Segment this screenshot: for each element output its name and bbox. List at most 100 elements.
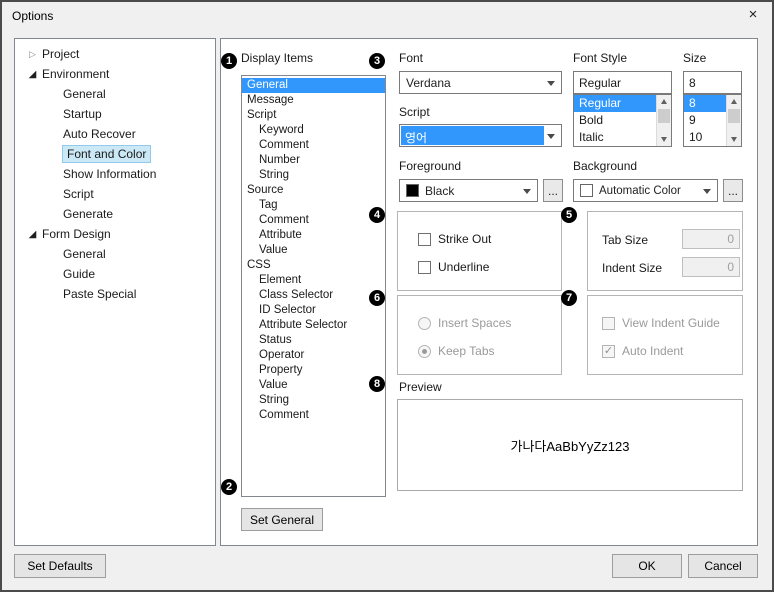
display-item-source-tag[interactable]: Tag — [242, 198, 385, 213]
foreground-more-button[interactable]: ... — [543, 179, 563, 202]
auto-indent-checkbox[interactable]: ✓ Auto Indent — [602, 344, 683, 358]
display-item-css-string[interactable]: String — [242, 393, 385, 408]
display-item-css[interactable]: CSS — [242, 258, 385, 273]
tab-size-input[interactable] — [682, 229, 740, 249]
script-label: Script — [399, 105, 430, 119]
tree-expander-icon[interactable]: ◢ — [26, 229, 39, 240]
tree-item-generate[interactable]: Generate — [15, 204, 215, 224]
display-item-script[interactable]: Script — [242, 108, 385, 123]
display-items-label: Display Items — [241, 51, 313, 65]
tree-item-project[interactable]: ▷ Project — [15, 44, 215, 64]
tree-item-font-and-color[interactable]: Font and Color — [15, 144, 215, 164]
foreground-color-select[interactable]: Black — [399, 179, 538, 202]
tree-item-label: General — [63, 87, 106, 101]
scrollbar[interactable] — [726, 95, 741, 146]
checkbox-label: Underline — [438, 260, 489, 274]
tree-item-label: Guide — [63, 267, 95, 281]
scrollbar[interactable] — [656, 95, 671, 146]
tree-item-form-general[interactable]: General — [15, 244, 215, 264]
tree-item-startup[interactable]: Startup — [15, 104, 215, 124]
checkbox-label: View Indent Guide — [622, 316, 720, 330]
strike-out-checkbox[interactable]: Strike Out — [418, 232, 491, 246]
background-color-select[interactable]: Automatic Color — [573, 179, 718, 202]
dropdown-arrow-icon — [523, 189, 531, 194]
close-icon[interactable]: × — [744, 6, 762, 24]
display-item-css-attribute-selector[interactable]: Attribute Selector — [242, 318, 385, 333]
ok-button[interactable]: OK — [612, 554, 682, 578]
tree-item-auto-recover[interactable]: Auto Recover — [15, 124, 215, 144]
display-item-script-keyword[interactable]: Keyword — [242, 123, 385, 138]
scroll-up-icon[interactable] — [661, 99, 667, 104]
titlebar[interactable]: Options × — [2, 2, 772, 30]
font-style-option-regular[interactable]: Regular — [574, 95, 656, 112]
script-select[interactable]: 영어 — [399, 124, 562, 147]
scroll-thumb[interactable] — [658, 109, 670, 123]
dropdown-arrow-icon — [703, 189, 711, 194]
tree-item-paste-special[interactable]: Paste Special — [15, 284, 215, 304]
background-more-button[interactable]: ... — [723, 179, 743, 202]
step-badge-8: 8 — [369, 376, 385, 392]
font-style-list[interactable]: Regular Bold Italic — [573, 94, 672, 147]
view-indent-guide-checkbox[interactable]: View Indent Guide — [602, 316, 720, 330]
display-item-css-property[interactable]: Property — [242, 363, 385, 378]
display-items-list[interactable]: General Message Script Keyword Comment N… — [241, 75, 386, 497]
tree-item-form-design[interactable]: ◢ Form Design — [15, 224, 215, 244]
size-input[interactable] — [683, 71, 742, 94]
tree-item-show-information[interactable]: Show Information — [15, 164, 215, 184]
font-style-option-bold[interactable]: Bold — [574, 112, 656, 129]
display-item-script-comment[interactable]: Comment — [242, 138, 385, 153]
whitespace-group: Insert Spaces Keep Tabs — [397, 295, 562, 375]
step-badge-5: 5 — [561, 207, 577, 223]
display-item-script-string[interactable]: String — [242, 168, 385, 183]
indent-size-input[interactable] — [682, 257, 740, 277]
display-item-source-attribute[interactable]: Attribute — [242, 228, 385, 243]
display-item-css-comment[interactable]: Comment — [242, 408, 385, 423]
display-item-source-comment[interactable]: Comment — [242, 213, 385, 228]
display-item-css-status[interactable]: Status — [242, 333, 385, 348]
cancel-button[interactable]: Cancel — [688, 554, 758, 578]
font-style-input[interactable] — [573, 71, 672, 94]
step-badge-6: 6 — [369, 290, 385, 306]
scroll-up-icon[interactable] — [731, 99, 737, 104]
checkmark-icon: ✓ — [602, 345, 615, 358]
font-style-option-italic[interactable]: Italic — [574, 129, 656, 146]
set-defaults-button[interactable]: Set Defaults — [14, 554, 106, 578]
category-tree: ▷ Project ◢ Environment General Startup … — [14, 38, 216, 546]
display-item-message[interactable]: Message — [242, 93, 385, 108]
tree-item-script[interactable]: Script — [15, 184, 215, 204]
display-item-css-id-selector[interactable]: ID Selector — [242, 303, 385, 318]
size-option-10[interactable]: 10 — [684, 129, 726, 146]
tree-item-env-general[interactable]: General — [15, 84, 215, 104]
keep-tabs-radio[interactable]: Keep Tabs — [418, 344, 495, 358]
tree-item-label: Show Information — [63, 167, 156, 181]
display-item-css-class-selector[interactable]: Class Selector — [242, 288, 385, 303]
scroll-down-icon[interactable] — [731, 137, 737, 142]
scroll-thumb[interactable] — [728, 109, 740, 123]
step-badge-4: 4 — [369, 207, 385, 223]
foreground-swatch — [406, 184, 419, 197]
display-item-css-value[interactable]: Value — [242, 378, 385, 393]
size-list[interactable]: 8 9 10 — [683, 94, 742, 147]
tree-item-label: Startup — [63, 107, 102, 121]
tree-expander-icon[interactable]: ◢ — [26, 69, 39, 80]
indent-group: View Indent Guide ✓ Auto Indent — [587, 295, 743, 375]
scroll-down-icon[interactable] — [661, 137, 667, 142]
options-dialog: Options × ▷ Project ◢ Environment Genera… — [0, 0, 774, 592]
tree-expander-icon[interactable]: ▷ — [26, 49, 39, 60]
tree-item-environment[interactable]: ◢ Environment — [15, 64, 215, 84]
font-select[interactable]: Verdana — [399, 71, 562, 94]
display-item-source-value[interactable]: Value — [242, 243, 385, 258]
set-general-button[interactable]: Set General — [241, 508, 323, 531]
preview-box: 가나다AaBbYyZz123 — [397, 399, 743, 491]
display-item-general[interactable]: General — [242, 78, 385, 93]
display-item-source[interactable]: Source — [242, 183, 385, 198]
size-option-8[interactable]: 8 — [684, 95, 726, 112]
display-item-script-number[interactable]: Number — [242, 153, 385, 168]
display-item-css-element[interactable]: Element — [242, 273, 385, 288]
display-item-css-operator[interactable]: Operator — [242, 348, 385, 363]
indent-size-label: Indent Size — [602, 261, 662, 275]
size-option-9[interactable]: 9 — [684, 112, 726, 129]
underline-checkbox[interactable]: Underline — [418, 260, 489, 274]
tree-item-guide[interactable]: Guide — [15, 264, 215, 284]
insert-spaces-radio[interactable]: Insert Spaces — [418, 316, 511, 330]
